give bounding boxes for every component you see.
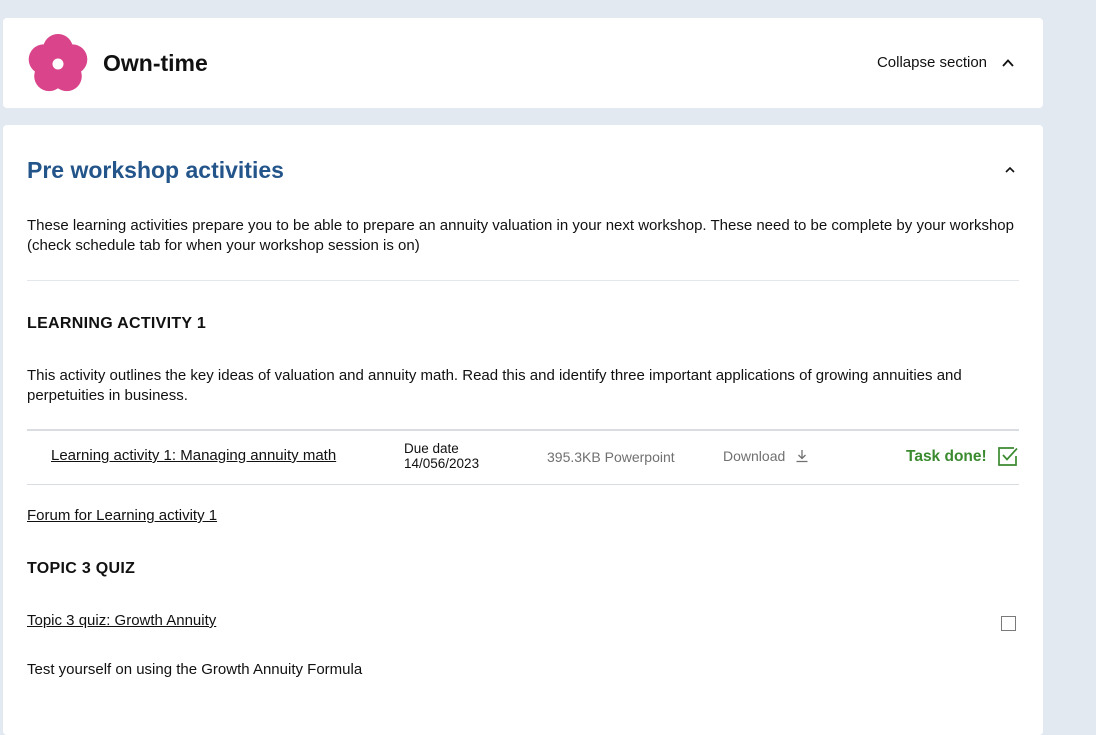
section-intro: These learning activities prepare you to… [27, 217, 1014, 254]
quiz-description: Test yourself on using the Growth Annuit… [27, 661, 363, 678]
due-date-value: 14/056/2023 [404, 456, 480, 471]
task-status: Task done! [906, 448, 987, 465]
download-icon [796, 450, 808, 463]
section-title: Pre workshop activities [27, 157, 284, 183]
chevron-up-icon[interactable] [1003, 163, 1017, 177]
download-button[interactable]: Download [723, 448, 809, 464]
file-link[interactable]: Learning activity 1: Managing annuity ma… [51, 447, 336, 464]
activity-description: This activity outlines the key ideas of … [27, 367, 962, 404]
due-date-label: Due date [404, 441, 459, 456]
file-size: 395.3KB Powerpoint [547, 449, 675, 465]
divider [27, 280, 1019, 281]
collapse-section-label: Collapse section [876, 54, 987, 71]
collapse-section-button[interactable]: Collapse section [877, 54, 1015, 71]
page-title: Own-time [103, 50, 208, 76]
chevron-up-icon [1002, 58, 1014, 67]
quiz-link[interactable]: Topic 3 quiz: Growth Annuity [27, 612, 216, 629]
forum-link[interactable]: Forum for Learning activity 1 [27, 507, 217, 524]
quiz-heading: TOPIC 3 QUIZ [27, 560, 136, 577]
flower-logo-icon [28, 34, 88, 92]
activity-heading: LEARNING ACTIVITY 1 [27, 315, 207, 332]
quiz-checkbox[interactable] [1001, 616, 1016, 631]
download-label: Download [723, 448, 786, 464]
due-date: Due date 14/056/2023 [404, 441, 479, 471]
file-row: Learning activity 1: Managing annuity ma… [27, 429, 1019, 485]
checked-checkbox-icon[interactable] [997, 445, 1019, 467]
activities-card: Pre workshop activities These learning a… [3, 125, 1043, 735]
header-card: Own-time Collapse section [3, 18, 1043, 108]
